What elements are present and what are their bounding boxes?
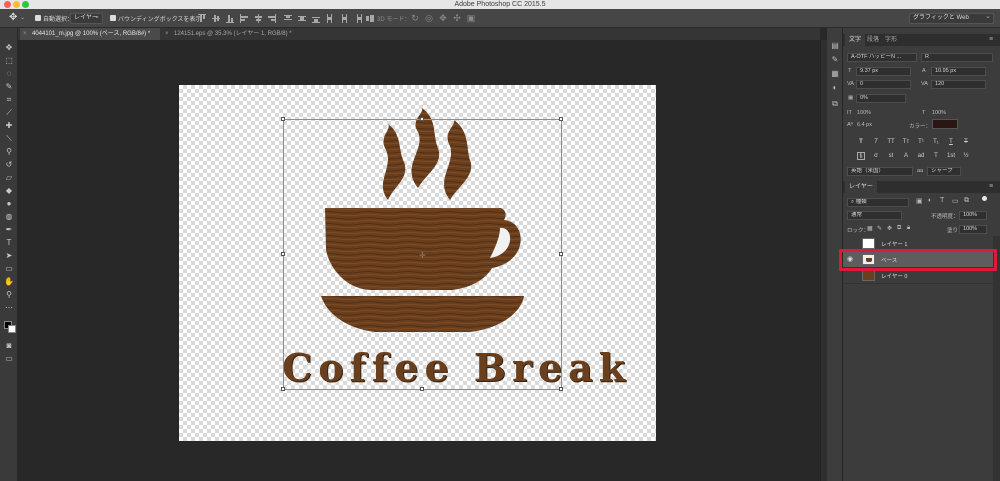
- font-style-field[interactable]: R: [921, 53, 993, 62]
- ordinals-button[interactable]: 1st: [947, 152, 955, 160]
- text-color-swatch[interactable]: [932, 119, 958, 129]
- antialias-dropdown[interactable]: シャープ: [927, 167, 961, 176]
- strikethrough-button[interactable]: T: [962, 138, 970, 146]
- lock-position-icon[interactable]: ✥: [887, 225, 892, 232]
- layer-filter-value: 種類: [855, 199, 867, 205]
- opacity-label: 不透明度：: [931, 214, 959, 220]
- faux-italic-button[interactable]: T: [872, 138, 880, 146]
- vertical-scale-icon: IT: [847, 110, 852, 116]
- opacity-field[interactable]: 100%: [959, 211, 987, 220]
- transform-bounding-box[interactable]: ✛: [281, 117, 563, 391]
- handle-middle-right[interactable]: [559, 252, 563, 256]
- filter-smart-object-icon[interactable]: ⧉: [964, 197, 969, 205]
- layer-thumbnail: [862, 238, 875, 249]
- horizontal-scale-icon: T: [922, 110, 926, 116]
- filter-type-icon[interactable]: T: [940, 197, 944, 204]
- contextual-alternates-button[interactable]: σ: [872, 152, 880, 160]
- tsume-field[interactable]: 0%: [856, 94, 906, 103]
- discretionary-ligatures-button[interactable]: st: [887, 152, 895, 160]
- filter-pixel-icon[interactable]: ▣: [916, 197, 923, 205]
- kerning-field[interactable]: 0: [856, 80, 911, 89]
- baseline-shift-value[interactable]: 6.4 px: [857, 122, 872, 128]
- tracking-icon: VA: [921, 81, 928, 87]
- swatches-panel-icon[interactable]: ▦: [830, 69, 840, 79]
- antialias-icon: aa: [917, 168, 924, 174]
- brush-presets-icon[interactable]: ✎: [830, 55, 840, 65]
- color-label: カラー：: [909, 124, 932, 130]
- ligatures-button[interactable]: fi: [857, 152, 865, 160]
- tsume-icon: ▦: [848, 95, 854, 101]
- handle-bottom-right[interactable]: [559, 387, 563, 391]
- filter-toggle-icon[interactable]: [982, 196, 987, 201]
- history-panel-icon[interactable]: ▤: [830, 41, 840, 51]
- filter-shape-icon[interactable]: ▭: [952, 197, 959, 205]
- language-dropdown[interactable]: 英語（米国）: [847, 167, 913, 176]
- highlight-annotation-box: [839, 249, 997, 271]
- layer-name: レイヤー 1: [881, 242, 908, 248]
- adjustments-panel-icon[interactable]: ◐: [830, 83, 840, 93]
- faux-bold-button[interactable]: T: [857, 138, 865, 146]
- leading-icon: A: [922, 68, 926, 74]
- tab-character[interactable]: 文字: [845, 34, 866, 46]
- reference-point-icon[interactable]: ✛: [419, 251, 426, 260]
- kerning-icon: VA: [847, 81, 854, 87]
- leading-field[interactable]: 10.95 px: [931, 67, 986, 76]
- tab-glyphs[interactable]: 字形: [881, 34, 901, 46]
- titling-alternates-button[interactable]: T: [932, 152, 940, 160]
- handle-middle-left[interactable]: [281, 252, 285, 256]
- subscript-button[interactable]: T₁: [932, 138, 940, 146]
- panel-menu-icon[interactable]: ≡: [989, 36, 993, 43]
- vertical-scale-value[interactable]: 100%: [857, 110, 871, 116]
- lock-all-icon[interactable]: 🔒︎: [907, 225, 910, 232]
- font-size-field[interactable]: 9.37 px: [856, 67, 911, 76]
- character-panel-tabs: 文字 段落 字形 ≡: [843, 34, 1000, 46]
- handle-top-center[interactable]: [420, 117, 424, 121]
- layers-panel-tabs: レイヤー ≡: [843, 181, 1000, 193]
- layer-filter-dropdown[interactable]: ⌕ 種類: [847, 198, 909, 207]
- all-caps-button[interactable]: TT: [887, 138, 895, 146]
- blend-mode-dropdown[interactable]: 通常: [847, 211, 902, 220]
- tracking-field[interactable]: 120: [931, 80, 986, 89]
- filter-adjustment-icon[interactable]: ◐: [928, 197, 932, 204]
- tab-layers[interactable]: レイヤー: [845, 181, 877, 193]
- handle-bottom-left[interactable]: [281, 387, 285, 391]
- underline-button[interactable]: T: [947, 138, 955, 146]
- handle-bottom-center[interactable]: [420, 387, 424, 391]
- baseline-shift-icon: Aª: [847, 122, 853, 128]
- font-family-field[interactable]: A-OTF ハッピーN ...: [847, 53, 917, 62]
- paths-panel-icon[interactable]: ⧉: [830, 99, 840, 109]
- lock-transparent-icon[interactable]: ▦: [867, 225, 873, 232]
- font-size-icon: T: [848, 68, 852, 74]
- layer-name: レイヤー 0: [881, 274, 908, 280]
- lock-image-icon[interactable]: ✎: [877, 225, 882, 232]
- handle-top-right[interactable]: [559, 117, 563, 121]
- fractions-button[interactable]: ½: [962, 152, 970, 160]
- layer-thumbnail: [862, 270, 875, 281]
- superscript-button[interactable]: T¹: [917, 138, 925, 146]
- fill-field[interactable]: 100%: [959, 225, 987, 234]
- stylistic-alternates-button[interactable]: ad: [917, 152, 925, 160]
- tab-paragraph[interactable]: 段落: [863, 34, 883, 46]
- horizontal-scale-value[interactable]: 100%: [932, 110, 946, 116]
- layers-panel-menu-icon[interactable]: ≡: [989, 183, 993, 190]
- swash-button[interactable]: A: [902, 152, 910, 160]
- layers-scrollbar[interactable]: [993, 236, 1000, 481]
- handle-top-left[interactable]: [281, 117, 285, 121]
- lock-label: ロック：: [847, 228, 870, 234]
- small-caps-button[interactable]: Tт: [902, 138, 910, 146]
- lock-artboard-icon[interactable]: ⧉: [897, 225, 901, 232]
